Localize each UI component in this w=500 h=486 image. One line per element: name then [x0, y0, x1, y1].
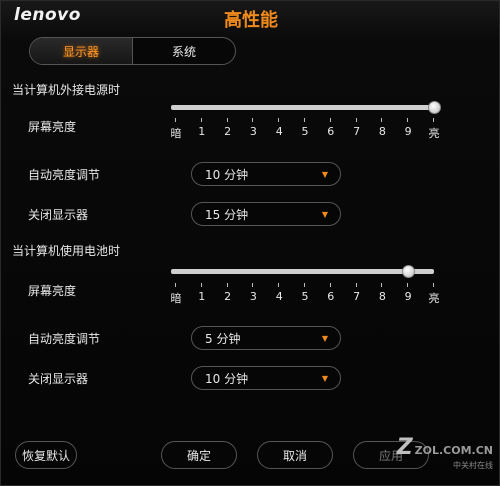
battery-auto-brightness-value: 5 分钟	[205, 331, 241, 346]
ac-brightness-label: 屏幕亮度	[28, 120, 77, 134]
ac-brightness-scale: 暗 1 2 3 4 5 6 7 8 9 亮	[167, 118, 443, 141]
ac-display-off-value: 15 分钟	[205, 207, 249, 222]
battery-section-heading: 当计算机使用电池时	[12, 244, 121, 258]
scale-tick: 6	[322, 118, 340, 141]
tab-display[interactable]: 显示器	[30, 38, 133, 64]
ac-brightness-slider[interactable]	[171, 101, 441, 114]
scale-tick: 9	[399, 118, 417, 141]
scale-tick: 5	[296, 118, 314, 141]
ac-auto-brightness-label: 自动亮度调节	[28, 168, 101, 182]
scale-tick-bright: 亮	[425, 283, 443, 306]
scale-tick: 4	[270, 118, 288, 141]
ac-auto-brightness-value: 10 分钟	[205, 167, 249, 182]
chevron-down-icon: ▼	[321, 373, 328, 383]
scale-tick: 6	[322, 283, 340, 306]
scale-tick-dark: 暗	[167, 283, 185, 306]
scale-tick: 4	[270, 283, 288, 306]
battery-brightness-scale: 暗 1 2 3 4 5 6 7 8 9 亮	[167, 283, 443, 306]
chevron-down-icon: ▼	[321, 333, 328, 343]
restore-defaults-button[interactable]: 恢复默认	[15, 441, 77, 469]
zol-watermark: Z ZOL.COM.CN 中关村在线	[396, 435, 493, 470]
battery-display-off-label: 关闭显示器	[28, 372, 89, 386]
tab-bar: 显示器 系统	[29, 37, 236, 65]
scale-tick: 2	[219, 118, 237, 141]
ok-button[interactable]: 确定	[161, 441, 237, 469]
scale-tick: 9	[399, 283, 417, 306]
ac-section-heading: 当计算机外接电源时	[12, 83, 121, 97]
battery-brightness-label: 屏幕亮度	[28, 284, 77, 298]
battery-display-off-select[interactable]: 10 分钟 ▼	[191, 366, 341, 390]
page-title: 高性能	[224, 10, 278, 31]
chevron-down-icon: ▼	[321, 209, 328, 219]
battery-auto-brightness-select[interactable]: 5 分钟 ▼	[191, 326, 341, 350]
scale-tick: 3	[244, 118, 262, 141]
scale-tick: 7	[348, 118, 366, 141]
scale-tick-dark: 暗	[167, 118, 185, 141]
window: lenovo 高性能 显示器 系统 当计算机外接电源时 屏幕亮度 暗 1 2 3…	[0, 0, 500, 486]
scale-tick: 3	[244, 283, 262, 306]
scale-tick: 8	[373, 118, 391, 141]
battery-auto-brightness-label: 自动亮度调节	[28, 332, 101, 346]
scale-tick: 8	[373, 283, 391, 306]
ac-auto-brightness-select[interactable]: 10 分钟 ▼	[191, 162, 341, 186]
scale-tick: 1	[193, 283, 211, 306]
battery-brightness-slider-thumb[interactable]	[401, 265, 415, 278]
zol-logo-icon: Z	[396, 435, 413, 460]
ac-display-off-label: 关闭显示器	[28, 208, 89, 222]
battery-display-off-value: 10 分钟	[205, 371, 249, 386]
chevron-down-icon: ▼	[321, 169, 328, 179]
battery-brightness-slider[interactable]	[171, 265, 434, 278]
scale-tick: 2	[219, 283, 237, 306]
scale-tick: 5	[296, 283, 314, 306]
scale-tick: 1	[193, 118, 211, 141]
tab-system[interactable]: 系统	[133, 38, 235, 64]
scale-tick: 7	[348, 283, 366, 306]
cancel-button[interactable]: 取消	[257, 441, 333, 469]
ac-brightness-slider-thumb[interactable]	[428, 101, 441, 114]
ac-display-off-select[interactable]: 15 分钟 ▼	[191, 202, 341, 226]
scale-tick-bright: 亮	[425, 118, 443, 141]
